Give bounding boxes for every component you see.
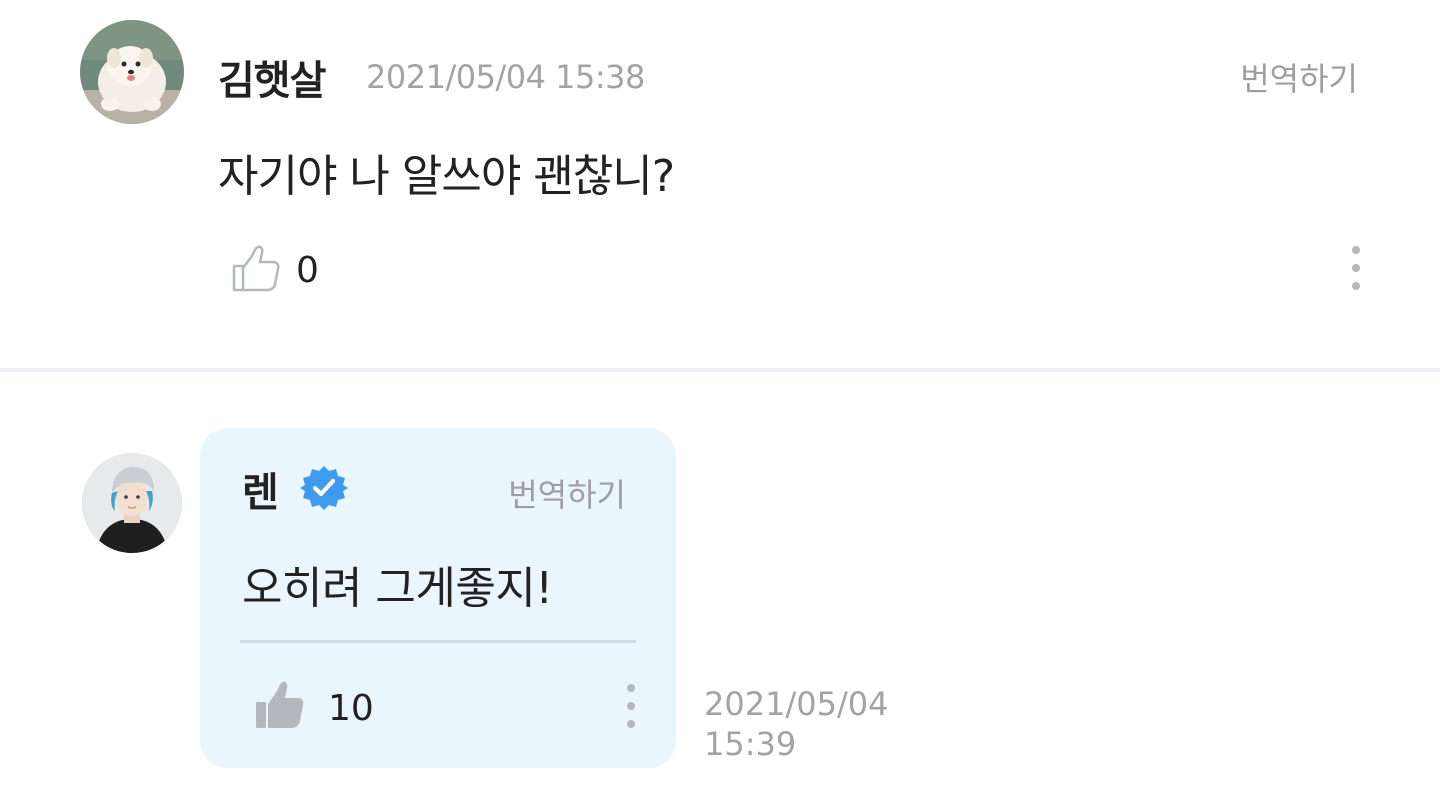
verified-badge-icon	[300, 464, 348, 512]
reply-author[interactable]: 렌	[242, 460, 279, 518]
reply-timestamp-time: 15:39	[704, 725, 797, 763]
reply-bubble: 렌 번역하기 오히려 그게좋지! 10	[200, 428, 676, 768]
comment-item: 김햇살 2021/05/04 15:38 번역하기 자기야 나 알쓰야 괜찮니?…	[0, 0, 1440, 370]
translate-button[interactable]: 번역하기	[508, 470, 626, 516]
reply-divider	[240, 640, 636, 643]
reply-body: 오히려 그게좋지!	[242, 563, 553, 614]
more-vertical-icon	[1352, 246, 1360, 290]
like-count: 10	[328, 688, 374, 729]
comment-author[interactable]: 김햇살	[218, 48, 326, 106]
more-options-button[interactable]	[1338, 244, 1374, 296]
reply-timestamp-date: 2021/05/04	[704, 685, 889, 723]
translate-button[interactable]: 번역하기	[1240, 54, 1358, 100]
avatar[interactable]	[80, 20, 184, 124]
more-options-button[interactable]	[614, 682, 648, 732]
comment-timestamp: 2021/05/04 15:38	[366, 58, 645, 96]
avatar[interactable]	[82, 453, 182, 553]
artist-avatar-image	[82, 453, 182, 553]
reply-timestamp: 2021/05/04 15:39	[704, 684, 924, 764]
like-count: 0	[296, 250, 319, 291]
comment-body: 자기야 나 알쓰야 괜찮니?	[218, 151, 675, 202]
comment-divider	[0, 368, 1440, 372]
like-button[interactable]	[230, 244, 282, 294]
thumbs-up-filled-icon	[256, 681, 304, 728]
comment-thread: 김햇살 2021/05/04 15:38 번역하기 자기야 나 알쓰야 괜찮니?…	[0, 0, 1440, 787]
like-button[interactable]	[254, 680, 306, 732]
dog-avatar-image	[80, 20, 184, 124]
more-vertical-icon	[627, 684, 635, 728]
thumbs-up-outline-icon	[232, 245, 280, 292]
